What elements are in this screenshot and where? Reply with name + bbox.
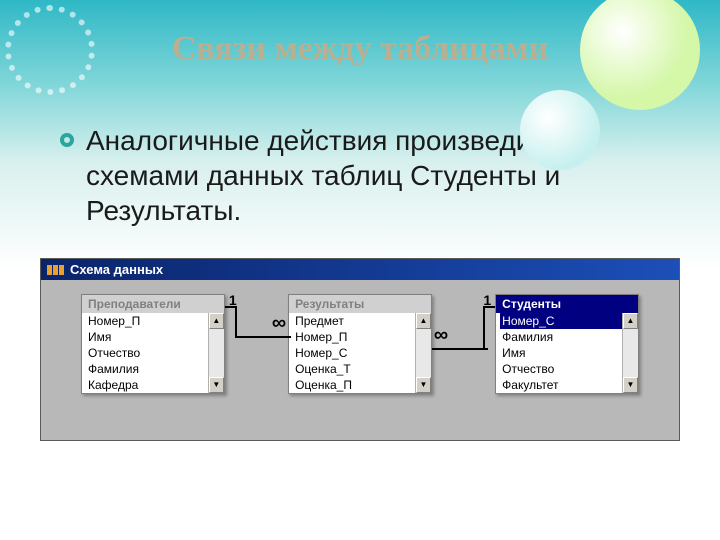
field-item[interactable]: Оценка_П xyxy=(293,377,415,393)
field-item[interactable]: Оценка_Т xyxy=(293,361,415,377)
table-card[interactable]: Результаты Предмет Номер_П Номер_С Оценк… xyxy=(288,294,432,394)
table-header[interactable]: Результаты xyxy=(289,295,431,313)
scroll-down-icon[interactable]: ▼ xyxy=(209,377,224,393)
bullet-icon xyxy=(60,133,74,147)
field-item[interactable]: Фамилия xyxy=(500,329,622,345)
scroll-up-icon[interactable]: ▲ xyxy=(416,313,431,329)
window-title: Схема данных xyxy=(70,262,163,277)
field-list[interactable]: Номер_С Фамилия Имя Отчество Факультет xyxy=(496,313,622,393)
field-item[interactable]: Номер_П xyxy=(86,313,208,329)
table-header[interactable]: Преподаватели xyxy=(82,295,224,313)
field-item[interactable]: Номер_П xyxy=(293,329,415,345)
scrollbar[interactable]: ▲ ▼ xyxy=(622,313,638,393)
scrollbar[interactable]: ▲ ▼ xyxy=(415,313,431,393)
field-item[interactable]: Номер_С xyxy=(293,345,415,361)
diagram-area[interactable]: Преподаватели Номер_П Имя Отчество Фамил… xyxy=(41,280,679,440)
field-item[interactable]: Имя xyxy=(86,329,208,345)
scroll-up-icon[interactable]: ▲ xyxy=(209,313,224,329)
cardinality-many: ∞ xyxy=(434,324,448,347)
relationships-window: Схема данных Преподаватели Номер_П Имя О… xyxy=(40,258,680,441)
scroll-down-icon[interactable]: ▼ xyxy=(416,377,431,393)
field-item[interactable]: Факультет xyxy=(500,377,622,393)
table-card[interactable]: Студенты Номер_С Фамилия Имя Отчество Фа… xyxy=(495,294,639,394)
field-item[interactable]: Кафедра xyxy=(86,377,208,393)
field-item[interactable]: Фамилия xyxy=(86,361,208,377)
scroll-track[interactable] xyxy=(623,329,638,377)
field-item[interactable]: Имя xyxy=(500,345,622,361)
scroll-up-icon[interactable]: ▲ xyxy=(623,313,638,329)
field-item[interactable]: Номер_С xyxy=(500,313,622,329)
field-item[interactable]: Предмет xyxy=(293,313,415,329)
window-titlebar[interactable]: Схема данных xyxy=(41,259,679,280)
scroll-track[interactable] xyxy=(416,329,431,377)
table-header[interactable]: Студенты xyxy=(496,295,638,313)
app-icon xyxy=(47,265,64,275)
scrollbar[interactable]: ▲ ▼ xyxy=(208,313,224,393)
table-card[interactable]: Преподаватели Номер_П Имя Отчество Фамил… xyxy=(81,294,225,394)
scroll-down-icon[interactable]: ▼ xyxy=(623,377,638,393)
field-item[interactable]: Отчество xyxy=(500,361,622,377)
cardinality-many: ∞ xyxy=(272,312,286,335)
scroll-track[interactable] xyxy=(209,329,224,377)
field-list[interactable]: Номер_П Имя Отчество Фамилия Кафедра xyxy=(82,313,208,393)
field-list[interactable]: Предмет Номер_П Номер_С Оценка_Т Оценка_… xyxy=(289,313,415,393)
field-item[interactable]: Отчество xyxy=(86,345,208,361)
